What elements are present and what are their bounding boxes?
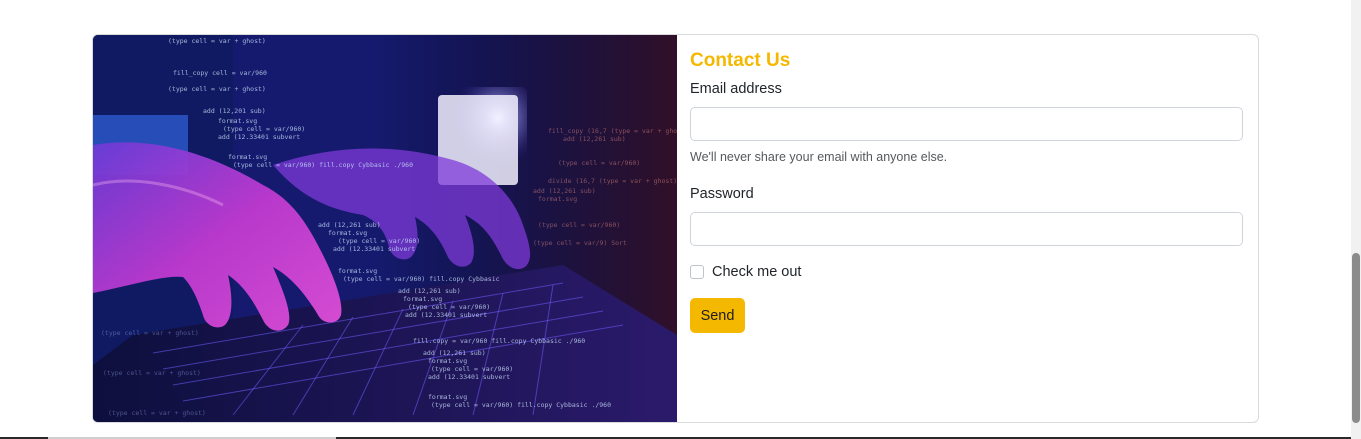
svg-text:format.svg: format.svg <box>328 229 367 237</box>
email-input[interactable] <box>690 107 1243 141</box>
svg-text:add (12,261 sub): add (12,261 sub) <box>563 135 626 143</box>
svg-text:(type cell = var/960): (type cell = var/960) <box>558 159 640 167</box>
scrollbar-thumb[interactable] <box>1352 253 1360 423</box>
password-group: Password <box>690 184 1243 246</box>
check-me-out-label[interactable]: Check me out <box>712 264 801 280</box>
svg-text:(type cell = var + ghost): (type cell = var + ghost) <box>101 329 199 337</box>
email-label: Email address <box>690 81 782 97</box>
svg-text:(type cell = var/960) fill.cop: (type cell = var/960) fill.copy Cybbasic… <box>431 401 611 409</box>
svg-text:fill_copy (16,7 (type = var +: fill_copy (16,7 (type = var + ghost) <box>548 127 677 135</box>
contact-card: (type cell = var + ghost) fill_copy cell… <box>92 34 1259 423</box>
svg-text:divide (16,7 (type = var + gho: divide (16,7 (type = var + ghost) <box>548 177 677 185</box>
svg-text:add (12,261 sub): add (12,261 sub) <box>398 287 461 295</box>
svg-text:format.svg: format.svg <box>338 267 377 275</box>
svg-text:format.svg: format.svg <box>428 357 467 365</box>
svg-text:format.svg: format.svg <box>218 117 257 125</box>
send-button[interactable]: Send <box>690 298 745 333</box>
svg-text:format.svg: format.svg <box>538 195 577 203</box>
svg-text:fill.copy = var/960 fill.copy: fill.copy = var/960 fill.copy Cybbasic .… <box>413 337 585 345</box>
svg-text:(type cell = var/960): (type cell = var/960) <box>538 221 620 229</box>
password-label: Password <box>690 186 754 202</box>
password-input[interactable] <box>690 212 1243 246</box>
svg-text:add (12.33401 subvert: add (12.33401 subvert <box>333 245 415 253</box>
svg-text:(type cell = var/960): (type cell = var/960) <box>223 125 305 133</box>
svg-text:(type cell = var/9) Sort: (type cell = var/9) Sort <box>533 239 627 247</box>
svg-text:format.svg: format.svg <box>403 295 442 303</box>
svg-text:format.svg: format.svg <box>428 393 467 401</box>
svg-text:add (12,261 sub): add (12,261 sub) <box>318 221 381 229</box>
typing-hands-illustration: (type cell = var + ghost) fill_copy cell… <box>93 35 677 422</box>
svg-text:(type cell = var + ghost): (type cell = var + ghost) <box>168 37 266 45</box>
check-me-out-checkbox[interactable] <box>690 265 704 279</box>
svg-text:add (12,201 sub): add (12,201 sub) <box>203 107 266 115</box>
svg-text:add (12.33401 subvert: add (12.33401 subvert <box>428 373 510 381</box>
hero-image: (type cell = var + ghost) fill_copy cell… <box>93 35 677 422</box>
svg-text:add (12.33401 subvert: add (12.33401 subvert <box>405 311 487 319</box>
form-title: Contact Us <box>690 50 791 71</box>
svg-text:format.svg: format.svg <box>228 153 267 161</box>
svg-text:add (12.33401 subvert: add (12.33401 subvert <box>218 133 300 141</box>
svg-text:(type cell = var/960): (type cell = var/960) <box>338 237 420 245</box>
svg-text:(type cell = var + ghost): (type cell = var + ghost) <box>108 409 206 417</box>
svg-text:add (12,261 sub): add (12,261 sub) <box>533 187 596 195</box>
svg-text:fill_copy cell = var/960: fill_copy cell = var/960 <box>173 69 267 77</box>
contact-form: Contact Us Email address We'll never sha… <box>677 35 1258 422</box>
svg-text:(type cell = var + ghost): (type cell = var + ghost) <box>103 369 201 377</box>
svg-text:(type cell = var/960) fill.cop: (type cell = var/960) fill.copy Cybbasic <box>343 275 500 283</box>
email-help-text: We'll never share your email with anyone… <box>690 150 948 164</box>
svg-text:add (12,261 sub): add (12,261 sub) <box>423 349 486 357</box>
check-me-out-row[interactable]: Check me out <box>690 263 1243 281</box>
svg-text:(type cell = var/960): (type cell = var/960) <box>408 303 490 311</box>
svg-text:(type cell = var/960) fill.cop: (type cell = var/960) fill.copy Cybbasic… <box>233 161 413 169</box>
svg-text:(type cell = var + ghost): (type cell = var + ghost) <box>168 85 266 93</box>
page-scrollbar[interactable] <box>1351 0 1361 439</box>
svg-text:(type cell = var/960): (type cell = var/960) <box>431 365 513 373</box>
